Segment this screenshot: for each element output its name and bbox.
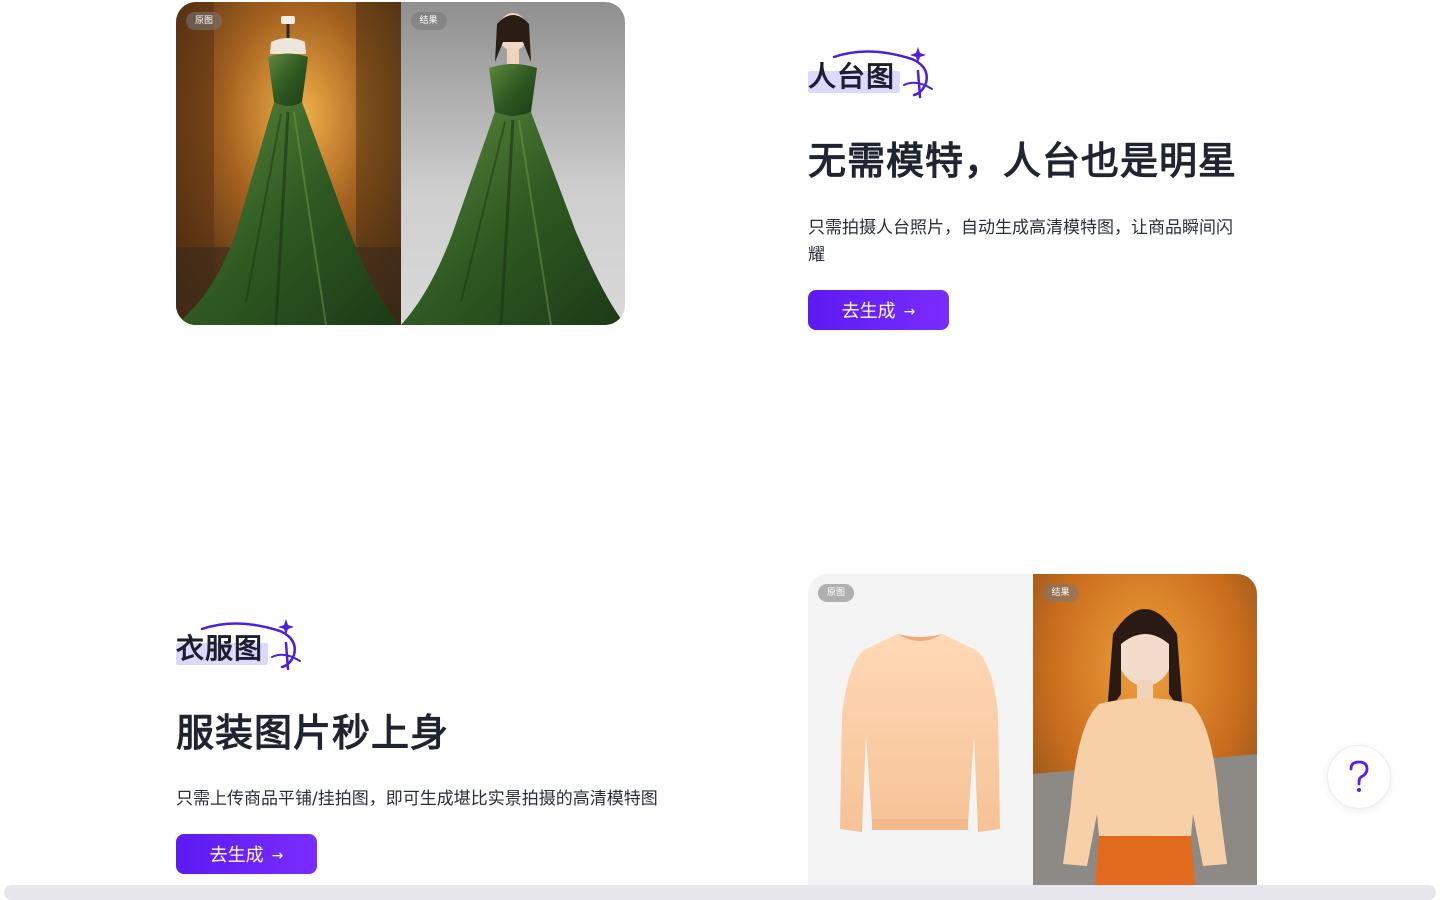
headline-mannequin: 无需模特，人台也是明星 <box>808 139 1238 183</box>
model-dress-illustration <box>400 2 625 325</box>
generate-button-clothing[interactable]: 去生成 → <box>176 834 317 874</box>
horizontal-scrollbar[interactable] <box>4 885 1436 900</box>
question-icon <box>1349 760 1369 792</box>
generate-button-label: 去生成 <box>209 845 264 866</box>
mannequin-original-image: 原图 <box>176 2 401 325</box>
help-button[interactable] <box>1327 745 1391 809</box>
original-label: 原图 <box>818 584 855 602</box>
clothing-result-image: 结果 <box>1032 574 1257 885</box>
generate-button-mannequin[interactable]: 去生成 → <box>808 290 949 330</box>
clothing-compare-card: 原图 结果 <box>808 574 1257 885</box>
description-mannequin: 只需拍摄人台照片，自动生成高清模特图，让商品瞬间闪耀 <box>808 218 1233 265</box>
sweater-illustration <box>808 574 1033 885</box>
mannequin-dress-illustration <box>176 2 401 325</box>
arrow-right-icon: → <box>903 303 916 320</box>
description-clothing: 只需上传商品平铺/挂拍图，即可生成堪比实景拍摄的高清模特图 <box>176 789 658 809</box>
generate-button-label: 去生成 <box>841 301 896 322</box>
mannequin-result-image: 结果 <box>400 2 625 325</box>
feature-tag-mannequin: 人台图 <box>808 45 938 101</box>
sparkle-swoosh-icon <box>832 47 933 99</box>
feature-tag-clothing: 衣服图 <box>176 617 306 673</box>
sparkle-swoosh-icon <box>200 619 301 671</box>
result-label: 结果 <box>1042 584 1079 602</box>
original-label: 原图 <box>186 12 223 30</box>
clothing-original-image: 原图 <box>808 574 1033 885</box>
result-label: 结果 <box>410 12 447 30</box>
arrow-right-icon: → <box>271 847 284 864</box>
mannequin-compare-card: 原图 结果 <box>176 2 625 325</box>
model-sweater-illustration <box>1032 574 1257 885</box>
headline-clothing: 服装图片秒上身 <box>176 711 450 755</box>
